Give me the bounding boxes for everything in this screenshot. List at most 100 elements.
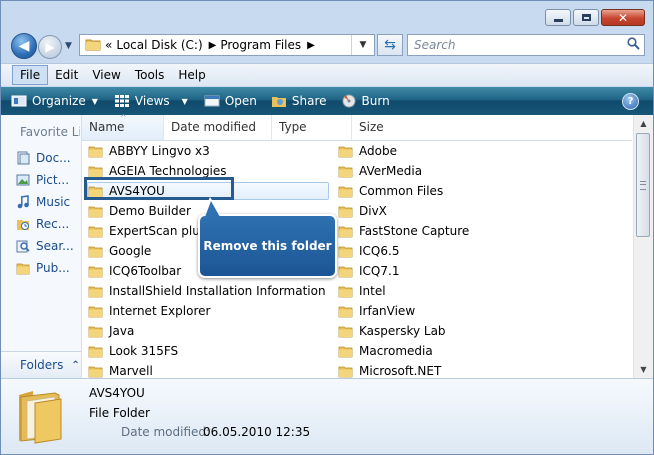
column-date-modified[interactable]: Date modified <box>164 115 272 140</box>
file-row[interactable]: Adobe <box>338 141 538 161</box>
menu-view[interactable]: View <box>85 65 127 85</box>
organize-icon <box>11 94 27 108</box>
column-type-label: Type <box>279 120 307 134</box>
open-button[interactable]: Open <box>204 94 257 108</box>
burn-label: Burn <box>361 94 390 108</box>
share-label: Share <box>291 94 327 108</box>
file-row[interactable]: Look 315FS <box>88 341 328 361</box>
file-row[interactable]: DivX <box>338 201 538 221</box>
folder-icon <box>338 165 353 178</box>
menu-tools[interactable]: Tools <box>128 65 172 85</box>
maximize-button[interactable] <box>573 9 599 26</box>
back-button[interactable]: ◀ <box>11 33 37 59</box>
views-label: Views <box>134 94 170 108</box>
file-row[interactable]: ABBYY Lingvo x3 <box>88 141 328 161</box>
file-row[interactable]: Java <box>88 321 328 341</box>
address-bar[interactable]: « Local Disk (C:) ▶ Program Files ▶ ▼ <box>79 34 375 56</box>
nav-item-music[interactable]: Music <box>16 195 70 209</box>
folder-icon <box>88 345 103 358</box>
menu-file[interactable]: File <box>12 65 49 85</box>
column-type[interactable]: Type <box>272 115 352 140</box>
vertical-scrollbar[interactable]: ▲ ▼ <box>633 115 653 378</box>
folder-icon <box>338 205 353 218</box>
breadcrumb-separator-icon[interactable]: ▶ <box>307 40 315 51</box>
folder-icon <box>338 285 353 298</box>
callout-bubble: Remove this folder <box>198 214 337 278</box>
file-name: Java <box>109 324 135 338</box>
column-name-label: Name <box>89 120 125 134</box>
burn-icon <box>341 94 357 108</box>
file-row[interactable]: Kaspersky Lab <box>338 321 538 341</box>
address-dropdown-icon[interactable]: ▼ <box>351 35 374 55</box>
scroll-up-icon[interactable]: ▲ <box>634 115 653 132</box>
folder-icon <box>88 245 103 258</box>
recent-pages-dropdown[interactable]: ▼ <box>65 41 72 51</box>
breadcrumb-separator-icon[interactable]: ▶ <box>209 40 217 51</box>
refresh-icon: ⇆ <box>384 37 396 53</box>
nav-item-documents[interactable]: Doc... <box>16 151 71 165</box>
file-row[interactable]: ICQ6.5 <box>338 241 538 261</box>
minimize-button[interactable] <box>545 9 571 26</box>
nav-item-pictures[interactable]: Pict... <box>16 173 69 187</box>
menu-help[interactable]: Help <box>171 65 212 85</box>
file-name: DivX <box>359 204 387 218</box>
file-row[interactable]: Internet Explorer <box>88 301 328 321</box>
maximize-icon <box>581 14 591 21</box>
share-button[interactable]: Share <box>271 94 327 108</box>
file-row[interactable]: ICQ7.1 <box>338 261 538 281</box>
forward-button[interactable]: ▶ <box>38 35 62 59</box>
organize-dropdown-icon: ▼ <box>91 96 98 106</box>
share-icon <box>271 94 287 108</box>
grip-icon <box>640 180 646 190</box>
file-name: Kaspersky Lab <box>359 324 446 338</box>
scroll-thumb[interactable] <box>636 133 650 237</box>
menu-bar: File Edit View Tools Help <box>1 63 653 86</box>
file-name: AGEIA Technologies <box>109 164 227 178</box>
help-button[interactable]: ? <box>622 92 639 110</box>
file-row[interactable]: Intel <box>338 281 538 301</box>
close-button[interactable]: ✕ <box>601 9 645 26</box>
folder-icon <box>338 325 353 338</box>
refresh-button[interactable]: ⇆ <box>377 34 403 56</box>
pictures-icon <box>16 173 30 187</box>
nav-item-public[interactable]: Pub... <box>16 261 70 275</box>
column-size[interactable]: Size <box>352 115 632 140</box>
nav-item-searches[interactable]: Sear... <box>16 239 74 253</box>
details-modified-value: 06.05.2010 12:35 <box>203 425 311 439</box>
views-icon <box>114 94 130 108</box>
file-row[interactable]: Common Files <box>338 181 538 201</box>
views-button[interactable]: Views ▼ <box>114 94 188 108</box>
file-name: Marvell <box>109 364 153 378</box>
nav-item-recently-changed[interactable]: Rec... <box>16 217 69 231</box>
folder-icon <box>338 145 353 158</box>
folder-icon <box>88 205 103 218</box>
address-prefix[interactable]: « <box>105 38 112 52</box>
menu-edit[interactable]: Edit <box>48 65 85 85</box>
search-box[interactable]: Search <box>407 34 645 56</box>
burn-button[interactable]: Burn <box>341 94 390 108</box>
folder-icon <box>88 165 103 178</box>
folder-icon <box>88 145 103 158</box>
column-name[interactable]: ^ Name <box>82 114 164 140</box>
file-row[interactable]: AVerMedia <box>338 161 538 181</box>
scroll-down-icon[interactable]: ▼ <box>634 361 653 378</box>
breadcrumb-local-disk[interactable]: Local Disk (C:) <box>116 38 202 52</box>
search-icon[interactable] <box>627 37 640 53</box>
file-row[interactable]: FastStone Capture <box>338 221 538 241</box>
organize-button[interactable]: Organize ▼ <box>11 94 98 108</box>
file-name: Adobe <box>359 144 397 158</box>
file-row[interactable]: Macromedia <box>338 341 538 361</box>
details-name: AVS4YOU <box>89 386 145 400</box>
open-label: Open <box>224 94 257 108</box>
search-input[interactable]: Search <box>414 38 456 52</box>
folder-icon <box>88 225 103 238</box>
file-name: Common Files <box>359 184 444 198</box>
folders-toggle[interactable]: Folders ⌃ <box>1 351 81 378</box>
file-row[interactable]: IrfanView <box>338 301 538 321</box>
breadcrumb-program-files[interactable]: Program Files <box>220 38 301 52</box>
folder-icon <box>338 365 353 378</box>
favorite-links-title: Favorite Links <box>20 125 80 139</box>
file-row[interactable]: InstallShield Installation Information <box>88 281 328 301</box>
explorer-window: ✕ ◀ ▶ ▼ « Local Disk (C:) ▶ Program File… <box>0 0 654 455</box>
column-header: ^ Name Date modified Type Size <box>82 114 632 141</box>
